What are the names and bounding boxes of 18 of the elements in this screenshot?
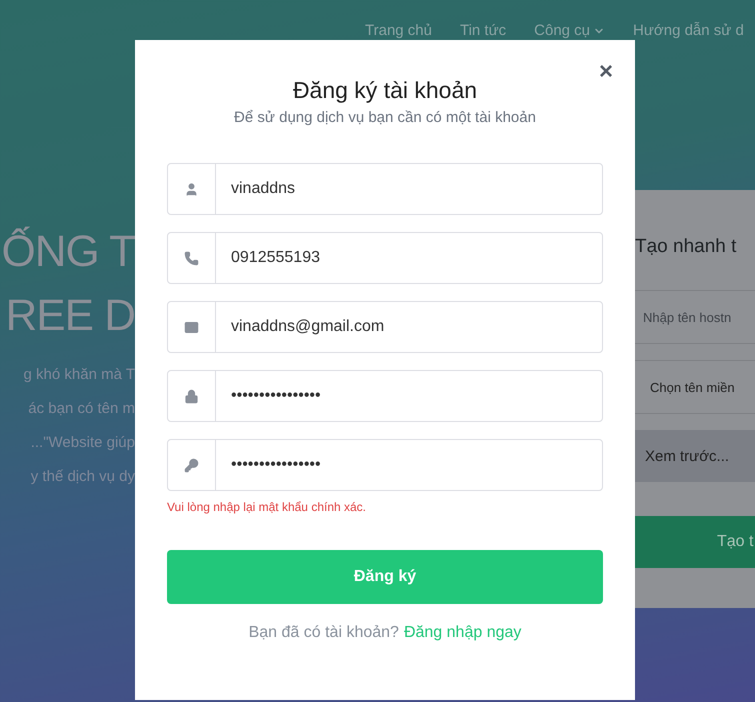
dialog-subtitle: Để sử dụng dịch vụ bạn cần có một tài khoản [233,108,537,128]
hero-headline: ỐNG T [1,226,135,278]
close-button[interactable]: × [598,60,613,84]
hero-text: ác bạn có tên m [28,399,135,419]
hero-text: g khó khăn mà T [24,365,135,385]
key-icon [184,458,199,472]
phone-icon [184,250,199,266]
dialog-title: Đăng ký tài khoản [292,76,478,104]
hero-text: ..."Website giúp [30,433,135,453]
error-message: Vui lòng nhập lại mật khẩu chính xác. [167,499,368,515]
lock-icon [184,388,199,404]
domain-select[interactable]: Chọn tên miền [635,360,755,414]
hero-headline: REE D [6,290,135,342]
card-title: Tạo nhanh t [635,235,738,259]
hero-text: y thế dịch vụ dy [30,467,135,487]
preview-field: Xem trước... [635,430,755,482]
person-icon [184,182,199,196]
login-prompt: Bạn đã có tài khoản? [248,624,399,642]
